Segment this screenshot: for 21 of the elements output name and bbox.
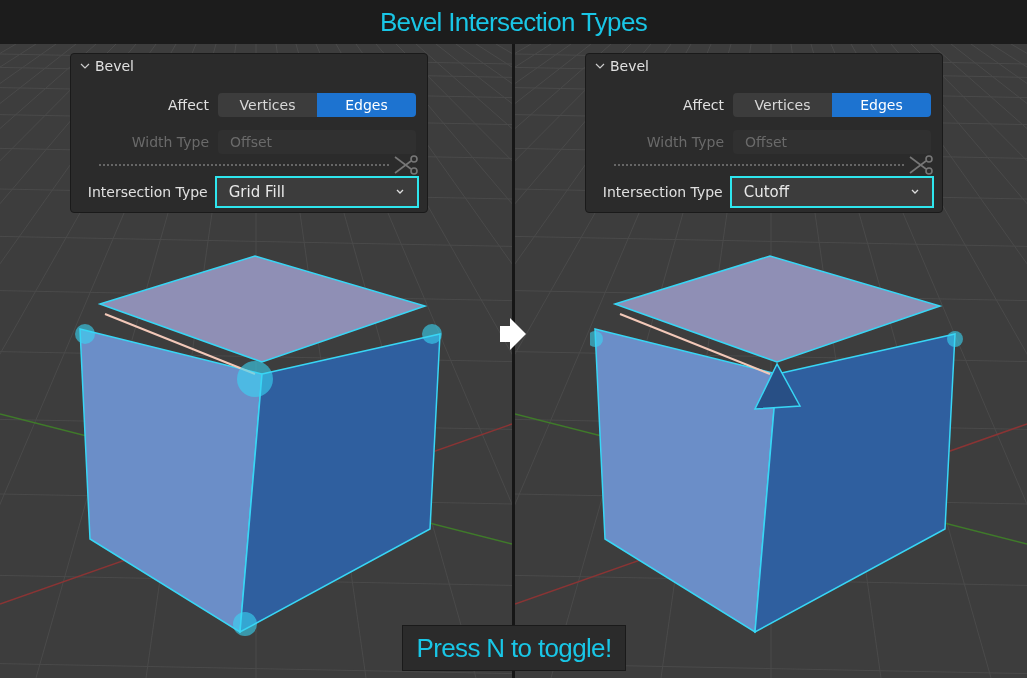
scissors-icon[interactable]: [908, 154, 934, 176]
affect-option[interactable]: Edges: [317, 93, 416, 117]
arrow-icon: [498, 316, 528, 352]
intersection-type-dropdown[interactable]: Grid Fill: [214, 176, 419, 208]
affect-option[interactable]: Vertices: [218, 93, 317, 117]
field-label: Affect: [681, 95, 725, 115]
panel-header[interactable]: Bevel: [95, 55, 134, 77]
affect-option[interactable]: Vertices: [733, 93, 832, 117]
field-label: Width Type: [130, 132, 210, 152]
caret-icon: [910, 188, 920, 196]
panel-header[interactable]: Bevel: [610, 55, 649, 77]
hint-text: Press N to toggle!: [416, 631, 612, 665]
field-label: Width Type: [645, 132, 725, 152]
caret-icon: [395, 188, 405, 196]
scissors-icon[interactable]: [393, 154, 419, 176]
title: Bevel Intersection Types: [379, 5, 648, 39]
affect-option[interactable]: Edges: [832, 93, 931, 117]
field-label: Affect: [166, 95, 210, 115]
intersection-type-dropdown[interactable]: Cutoff: [729, 176, 934, 208]
field-label: Intersection Type: [601, 182, 724, 202]
field-label: Intersection Type: [86, 182, 209, 202]
